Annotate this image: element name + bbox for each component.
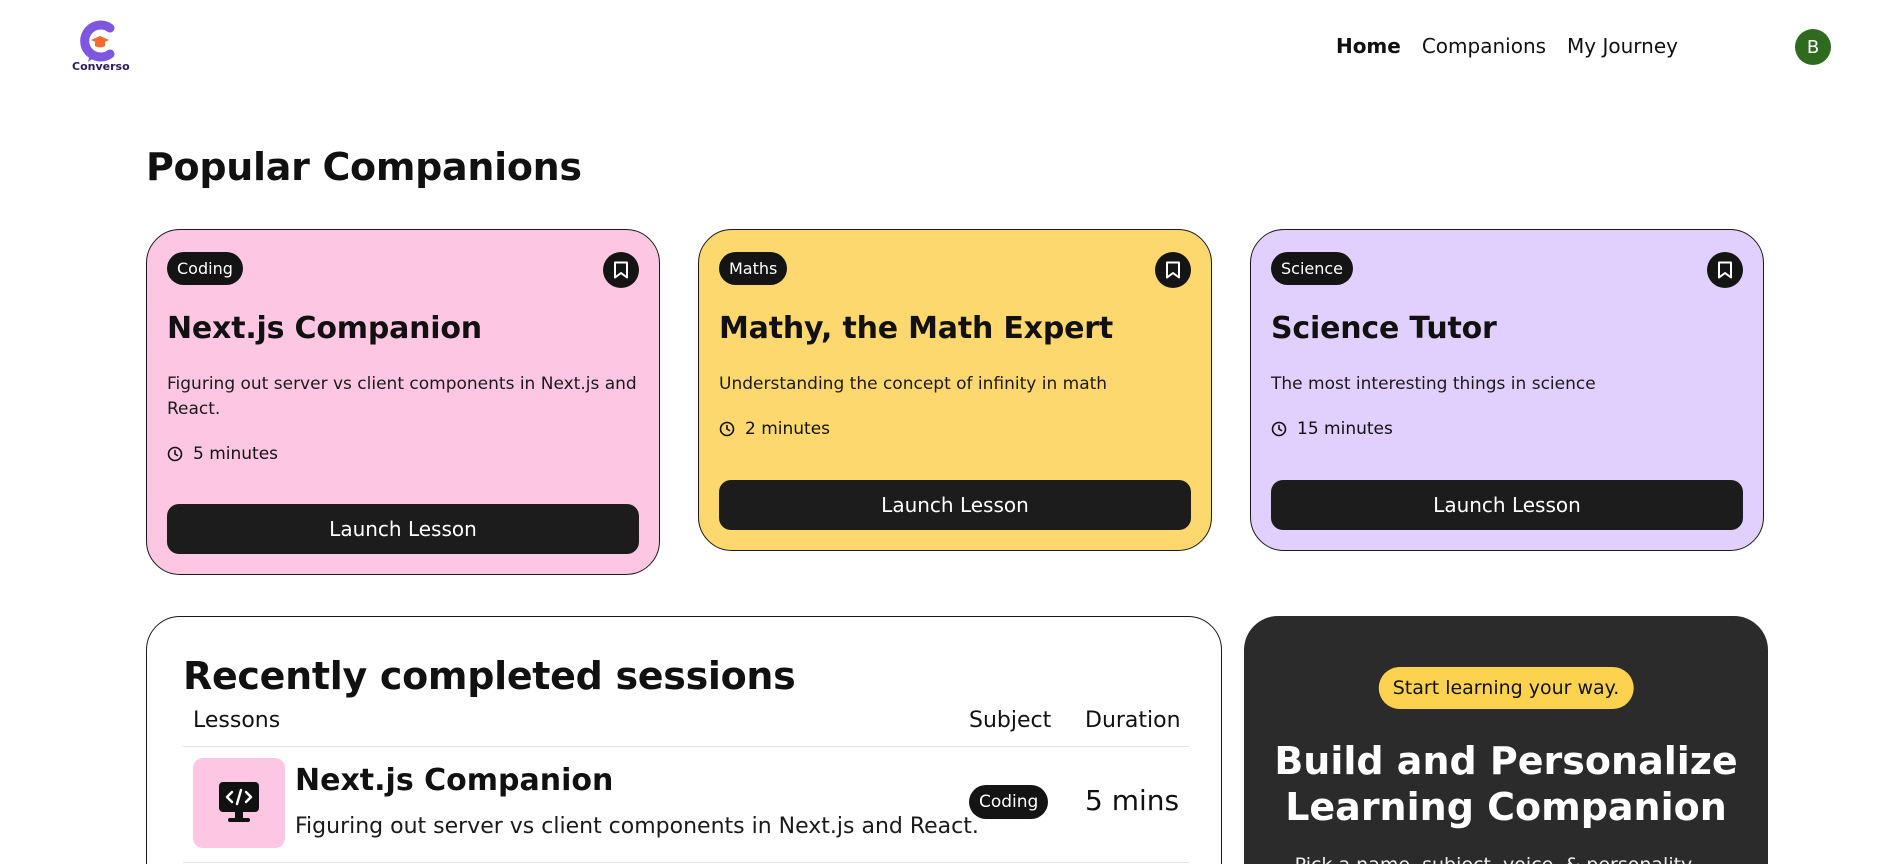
table-divider [183,862,1189,863]
cta-pill: Start learning your way. [1378,667,1634,709]
clock-icon [1271,421,1287,437]
companion-card: Maths Mathy, the Math Expert Understandi… [698,229,1212,551]
cta-description: Pick a name, subject, voice, & personali… [1274,854,1738,864]
column-header-lessons: Lessons [193,708,281,733]
column-header-subject: Subject [969,708,1052,733]
user-avatar[interactable]: B [1795,29,1831,65]
popular-companions-title: Popular Companions [146,145,582,189]
launch-lesson-button[interactable]: Launch Lesson [1271,480,1743,530]
nav-home[interactable]: Home [1336,34,1401,58]
duration-text: 2 minutes [745,419,831,439]
launch-lesson-button[interactable]: Launch Lesson [167,504,639,554]
companion-title: Next.js Companion [167,311,482,346]
duration-text: 15 minutes [1297,419,1393,439]
session-title[interactable]: Next.js Companion [295,763,613,798]
nav-my-journey[interactable]: My Journey [1567,34,1678,58]
companion-title: Mathy, the Math Expert [719,311,1113,346]
companion-card: Coding Next.js Companion Figuring out se… [146,229,660,575]
nav-companions[interactable]: Companions [1422,34,1546,58]
companion-description: Understanding the concept of infinity in… [719,374,1108,394]
header: Converso Home Companions My Journey B [0,0,1900,100]
recent-sessions-panel: Recently completed sessions Lessons Subj… [146,616,1222,864]
subject-badge: Coding [969,785,1049,819]
create-companion-cta: Start learning your way. Build and Perso… [1244,616,1768,864]
bookmark-icon[interactable] [1707,252,1743,288]
session-duration: 5 mins [1085,784,1180,817]
session-description: Figuring out server vs client components… [295,814,979,839]
cta-title: Build and Personalize Learning Companion [1274,739,1738,829]
companion-duration: 15 minutes [1271,419,1743,439]
bookmark-icon[interactable] [603,252,639,288]
column-header-duration: Duration [1085,708,1181,733]
launch-lesson-button[interactable]: Launch Lesson [719,480,1191,530]
bookmark-icon[interactable] [1155,252,1191,288]
companion-duration: 5 minutes [167,444,639,464]
subject-badge: Science [1271,252,1354,285]
subject-badge: Coding [167,252,243,285]
companion-duration: 2 minutes [719,419,1191,439]
companion-description: Figuring out server vs client components… [167,374,637,419]
duration-text: 5 minutes [193,444,279,464]
companion-card: Science Science Tutor The most interesti… [1250,229,1764,551]
code-monitor-icon [193,758,285,848]
subject-badge: Maths [719,252,788,285]
logo-text: Converso [72,60,130,73]
recent-sessions-title: Recently completed sessions [183,654,796,698]
main-nav: Home Companions My Journey [1315,34,1678,58]
clock-icon [167,446,183,462]
companion-title: Science Tutor [1271,311,1497,346]
companion-description: The most interesting things in science [1271,374,1596,394]
clock-icon [719,421,735,437]
table-divider [183,746,1189,747]
